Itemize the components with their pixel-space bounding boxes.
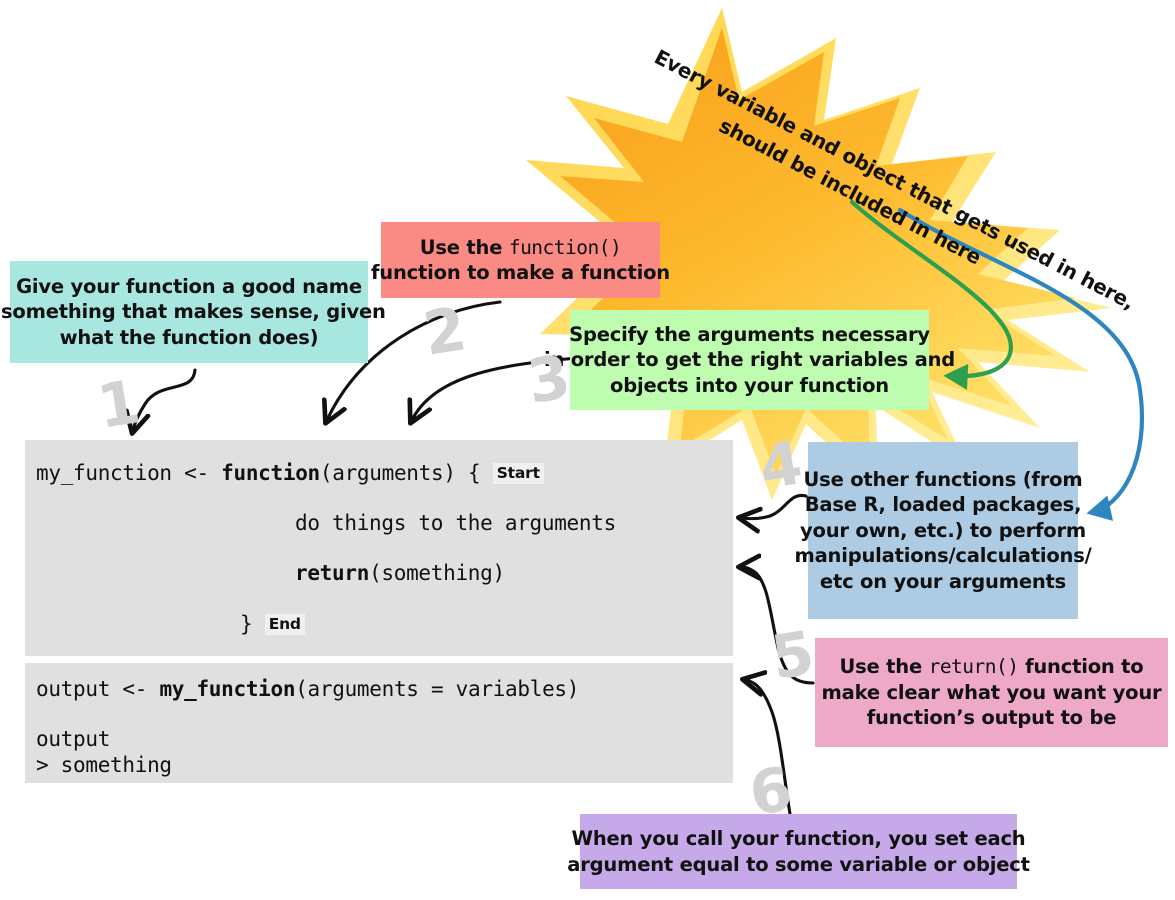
inline-code-return: return() <box>928 655 1019 679</box>
note-return-line-1: Use the return() function to <box>839 655 1144 679</box>
code-keyword-function: function <box>221 461 320 485</box>
note-other-functions-line-1: Use other functions (from <box>803 468 1083 492</box>
code-line-return: return(something) <box>295 561 505 585</box>
note-function-keyword-line-1: Use the function() <box>419 235 622 259</box>
code-block-definition: my_function <- function(arguments) { Sta… <box>25 440 733 656</box>
note-function-call-line-2: argument equal to some variable or objec… <box>567 852 1030 876</box>
note-other-functions-line-2: Base R, loaded packages, <box>804 493 1082 517</box>
annotation-end: End <box>264 614 305 635</box>
code-line-print: output <box>36 727 111 751</box>
note-function-name-line-2: (something that makes sense, given <box>0 300 386 324</box>
note-arguments-line-3: objects into your function <box>610 373 889 397</box>
code-line-call: output <- my_function(arguments = variab… <box>36 677 580 701</box>
note-function-name-line-3: what the function does) <box>59 325 319 349</box>
note-function-call: When you call your function, you set eac… <box>567 814 1030 889</box>
diagram-canvas: Every variable and object that gets used… <box>0 0 1175 900</box>
note-return-line-3: function’s output to be <box>866 706 1117 730</box>
note-return: Use the return() function to make clear … <box>815 638 1168 747</box>
code-line-close-brace: } End <box>240 612 305 636</box>
code-line-result: > something <box>36 753 172 777</box>
note-other-functions-line-4: manipulations/calculations/ <box>794 544 1092 568</box>
code-line-body: do things to the arguments <box>295 511 616 535</box>
code-call-name: my_function <box>159 677 296 701</box>
annotation-start: Start <box>492 463 544 484</box>
note-function-keyword: Use the function() function to make a fu… <box>371 222 670 298</box>
note-return-line-2: make clear what you want your <box>821 680 1162 704</box>
note-function-keyword-line-2: function to make a function <box>371 261 670 284</box>
note-arguments: Specify the arguments necessary in order… <box>544 310 955 410</box>
inline-code-function: function() <box>508 235 622 259</box>
note-function-name: Give your function a good name (somethin… <box>0 261 386 363</box>
code-keyword-return: return <box>295 561 370 585</box>
code-line-signature: my_function <- function(arguments) { Sta… <box>36 461 544 485</box>
note-arguments-line-2: in order to get the right variables and <box>543 348 956 372</box>
note-other-functions-line-3: your own, etc.) to perform <box>799 518 1087 542</box>
note-other-functions: Use other functions (from Base R, loaded… <box>794 442 1092 619</box>
note-function-call-line-1: When you call your function, you set eac… <box>571 827 1026 851</box>
code-block-usage: output <- my_function(arguments = variab… <box>25 663 733 783</box>
note-other-functions-line-5: etc on your arguments <box>819 569 1067 593</box>
note-arguments-line-1: Specify the arguments necessary <box>569 322 930 346</box>
note-function-name-line-1: Give your function a good name <box>16 274 362 298</box>
